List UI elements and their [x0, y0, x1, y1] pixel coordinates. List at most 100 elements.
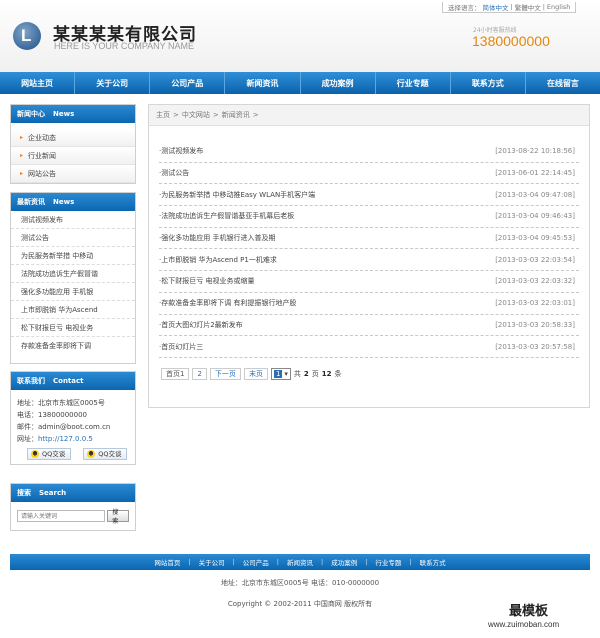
- news-row: ·松下财报巨亏 电视业务或缩量 [2013-03-03 22:03:32]: [159, 271, 579, 293]
- nav-item-about[interactable]: 关于公司: [75, 72, 151, 94]
- news-title-link[interactable]: ·测试视频发布: [159, 146, 203, 156]
- lang-simplified-link[interactable]: 简体中文: [483, 2, 509, 12]
- sidebar-item-label: 行业新闻: [28, 151, 57, 160]
- language-switcher: 选择语言： 简体中文 | 繁體中文 | English: [442, 2, 577, 13]
- nav-item-contact[interactable]: 联系方式: [451, 72, 526, 94]
- search-input[interactable]: [17, 510, 106, 522]
- company-name-en: HERE IS YOUR COMPANY NAME: [54, 41, 195, 51]
- pager-items-word: 条: [334, 370, 342, 378]
- nav-item-products[interactable]: 公司产品: [150, 72, 226, 94]
- pager-total-items: 12: [321, 370, 332, 378]
- latest-news-box: 最新资讯 News 测试视频发布 测试公告 为民服务新举措 中移动 法院成功追诉…: [10, 192, 136, 364]
- news-title-link[interactable]: ·强化多功能应用 手机银行进入普及期: [159, 233, 275, 243]
- footer-link-contact[interactable]: 联系方式: [420, 557, 446, 567]
- footer-link-topics[interactable]: 行业专题: [375, 557, 401, 567]
- contact-address: 地址：北京市东城区0005号: [17, 399, 105, 407]
- latest-news-item[interactable]: 松下财报巨亏 电视业务: [11, 319, 135, 337]
- pager-pages-word: 页: [311, 370, 319, 378]
- latest-news-header: 最新资讯 News: [11, 193, 135, 211]
- news-title-link[interactable]: ·首页幻灯片三: [159, 342, 203, 352]
- nav-item-cases[interactable]: 成功案例: [301, 72, 376, 94]
- pager-next-link[interactable]: 下一页: [209, 368, 241, 380]
- sidebar-item-industry-news[interactable]: ▸ 行业新闻: [11, 147, 135, 165]
- news-row: ·强化多功能应用 手机银行进入普及期 [2013-03-04 09:45:53]: [159, 228, 579, 250]
- news-center-title: 新闻中心: [17, 110, 45, 118]
- footer-link-home[interactable]: 网站首页: [154, 557, 180, 567]
- contact-email: 邮件：admin@boot.com.cn: [17, 423, 111, 431]
- footer-nav: 网站首页 | 关于公司 | 公司产品 | 新闻资讯 | 成功案例 | 行业专题 | 联系方式: [10, 554, 590, 570]
- latest-news-item[interactable]: 上市即脱销 华为Ascend: [11, 301, 135, 319]
- contact-title: 联系我们: [17, 377, 45, 385]
- pager-total-prefix: 共: [293, 370, 301, 378]
- breadcrumb-chinese-site-link[interactable]: 中文网站: [182, 110, 210, 120]
- news-date: [2013-03-04 09:46:43]: [495, 212, 575, 221]
- hotline-number: 1380000000: [472, 33, 550, 49]
- news-date: [2013-06-01 22:14:45]: [495, 169, 575, 178]
- latest-news-item[interactable]: 测试公告: [11, 229, 135, 247]
- news-date: [2013-03-04 09:47:08]: [495, 190, 575, 199]
- footer-link-products[interactable]: 公司产品: [243, 557, 269, 567]
- arrow-right-icon: ▸: [20, 152, 24, 159]
- news-title-link[interactable]: ·首页大图幻灯片2最新发布: [159, 320, 243, 330]
- lang-traditional-link[interactable]: 繁體中文: [515, 2, 541, 12]
- latest-news-item[interactable]: 存款准备金率即将下调: [11, 337, 135, 355]
- page-select[interactable]: 1 ▾: [270, 368, 291, 380]
- nav-item-topics[interactable]: 行业专题: [376, 72, 451, 94]
- company-logo-icon[interactable]: L: [13, 22, 41, 50]
- latest-news-item[interactable]: 测试视频发布: [11, 211, 135, 229]
- pager-total-pages: 2: [303, 370, 309, 378]
- news-center-header: 新闻中心 News: [11, 105, 135, 123]
- latest-news-item[interactable]: 强化多功能应用 手机银: [11, 283, 135, 301]
- pager-first-link[interactable]: 首页1: [161, 368, 190, 380]
- footer-link-about[interactable]: 关于公司: [199, 557, 225, 567]
- breadcrumb: 主页 > 中文网站 > 新闻资讯 >: [149, 105, 589, 126]
- sidebar-item-label: 企业动态: [28, 133, 57, 142]
- contact-site-label: 网址：: [17, 435, 38, 443]
- contact-site-link[interactable]: http://127.0.0.5: [38, 435, 93, 443]
- page-select-value: 1: [273, 370, 283, 378]
- news-row: ·法院成功追诉生产假冒谐基亚手机幕后老板 [2013-03-04 09:46:43…: [159, 206, 579, 228]
- news-center-title-en: News: [53, 110, 75, 118]
- qq-chat-button[interactable]: QQ交谈: [27, 448, 72, 460]
- latest-news-item[interactable]: 为民服务新举措 中移动: [11, 247, 135, 265]
- sidebar-item-company-news[interactable]: ▸ 企业动态: [11, 129, 135, 147]
- news-main-panel: 主页 > 中文网站 > 新闻资讯 > ·测试视频发布 [2013-08-22 10…: [148, 104, 590, 408]
- sidebar-item-announcements[interactable]: ▸ 网站公告: [11, 165, 135, 183]
- news-title-link[interactable]: ·为民服务新举措 中移动推Easy WLAN手机客户端: [159, 190, 315, 200]
- logo-letter: L: [21, 26, 32, 45]
- qq-icon: [87, 450, 96, 458]
- news-center-box: 新闻中心 News ▸ 企业动态 ▸ 行业新闻 ▸ 网站公告: [10, 104, 136, 184]
- language-label: 选择语言：: [448, 4, 481, 12]
- search-title-en: Search: [39, 489, 67, 497]
- footer-link-cases[interactable]: 成功案例: [331, 557, 357, 567]
- footer-address: 地址：北京市东城区0005号 电话：010-0000000: [220, 579, 380, 587]
- qq-chat-button[interactable]: QQ交谈: [83, 448, 128, 460]
- news-title-link[interactable]: ·测试公告: [159, 168, 189, 178]
- search-header: 搜索 Search: [11, 484, 135, 502]
- breadcrumb-home-link[interactable]: 主页: [156, 110, 170, 120]
- news-title-link[interactable]: ·松下财报巨亏 电视业务或缩量: [159, 276, 254, 286]
- news-title-link[interactable]: ·法院成功追诉生产假冒谐基亚手机幕后老板: [159, 211, 294, 221]
- contact-phone: 电话：13800000000: [17, 411, 87, 419]
- news-date: [2013-03-04 09:45:53]: [495, 234, 575, 243]
- news-row: ·测试公告 [2013-06-01 22:14:45]: [159, 163, 579, 185]
- latest-news-item[interactable]: 法院成功追诉生产假冒谐: [11, 265, 135, 283]
- nav-item-news[interactable]: 新闻资讯: [225, 72, 301, 94]
- pager-page-2-link[interactable]: 2: [192, 368, 207, 380]
- latest-news-title-en: News: [53, 198, 75, 206]
- news-title-link[interactable]: ·存款准备金率即将下调 有利提振银行地产股: [159, 298, 296, 308]
- news-title-link[interactable]: ·上市即脱销 华为Ascend P1一机难求: [159, 255, 277, 265]
- nav-item-home[interactable]: 网站主页: [0, 72, 76, 94]
- watermark-url: www.zuimoban.com: [488, 620, 560, 629]
- site-header: L 某某某某有限公司 HERE IS YOUR COMPANY NAME 选择语…: [0, 0, 600, 72]
- pager-last-link[interactable]: 末页: [243, 368, 268, 380]
- lang-english-link[interactable]: English: [547, 3, 570, 11]
- footer-link-news[interactable]: 新闻资讯: [287, 557, 313, 567]
- breadcrumb-news-link[interactable]: 新闻资讯: [222, 110, 250, 120]
- search-button[interactable]: 搜索: [107, 509, 129, 525]
- news-date: [2013-03-03 22:03:32]: [495, 277, 575, 286]
- qq-chat-label: QQ交谈: [42, 450, 66, 458]
- nav-item-message[interactable]: 在线留言: [526, 72, 600, 94]
- news-row: ·首页幻灯片三 [2013-03-03 20:57:58]: [159, 336, 579, 358]
- latest-news-title: 最新资讯: [17, 198, 45, 206]
